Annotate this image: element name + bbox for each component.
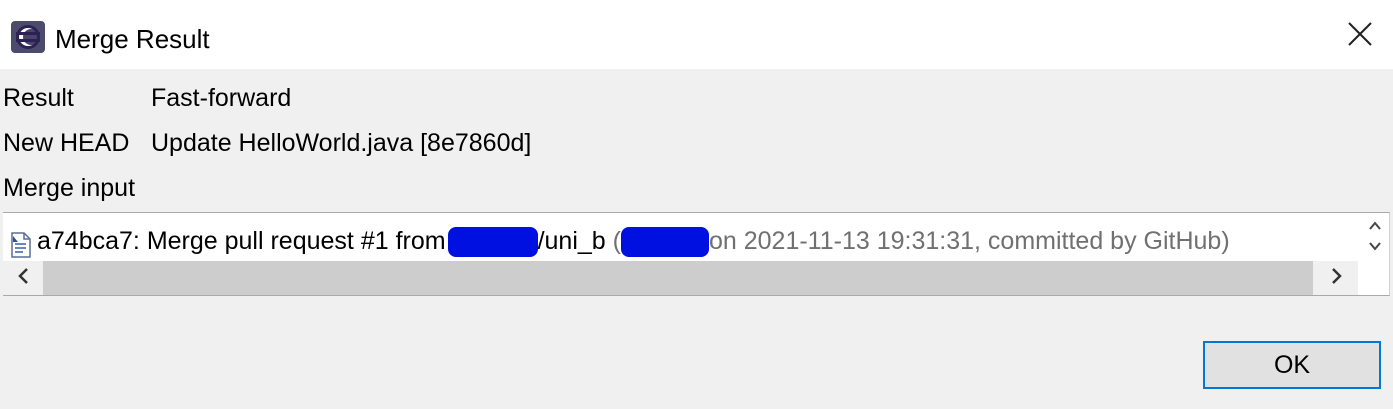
scroll-left-button[interactable] <box>3 261 43 295</box>
ok-button[interactable]: OK <box>1203 341 1381 389</box>
window-title: Merge Result <box>55 24 210 54</box>
close-icon <box>1347 21 1373 52</box>
updown-chevron-icon[interactable] <box>1366 217 1384 260</box>
eclipse-icon <box>10 20 46 54</box>
list-item[interactable]: a74bca7: Merge pull request #1 from/uni_… <box>3 221 1358 261</box>
merge-input-list[interactable]: a74bca7: Merge pull request #1 from/uni_… <box>3 212 1390 296</box>
new-head-value: Update HelloWorld.java [8e7860d] <box>151 129 532 157</box>
commit-file-icon <box>9 230 33 258</box>
close-button[interactable] <box>1340 16 1380 56</box>
horizontal-scrollbar[interactable] <box>3 261 1358 295</box>
result-label: Result <box>3 84 74 112</box>
redacted-author <box>620 227 709 258</box>
title-bar: Merge Result <box>0 0 1393 69</box>
result-value: Fast-forward <box>151 84 292 112</box>
commit-text: a74bca7: Merge pull request #1 from/uni_… <box>37 221 1230 261</box>
merge-input-label: Merge input <box>3 174 136 202</box>
commit-meta: on 2021-11-13 19:31:31, committed by Git… <box>708 227 1230 255</box>
commit-meta-open: ( <box>605 227 621 255</box>
chevron-right-icon <box>1330 267 1344 290</box>
chevron-left-icon <box>16 267 30 290</box>
vertical-scrollbar[interactable] <box>1363 217 1387 257</box>
scrollbar-thumb[interactable] <box>43 261 1313 295</box>
commit-suffix: /uni_b <box>537 227 606 255</box>
commit-prefix: a74bca7: Merge pull request #1 from <box>37 227 446 255</box>
new-head-label: New HEAD <box>3 129 130 157</box>
redacted-owner <box>447 227 538 258</box>
scroll-right-button[interactable] <box>1317 261 1357 295</box>
